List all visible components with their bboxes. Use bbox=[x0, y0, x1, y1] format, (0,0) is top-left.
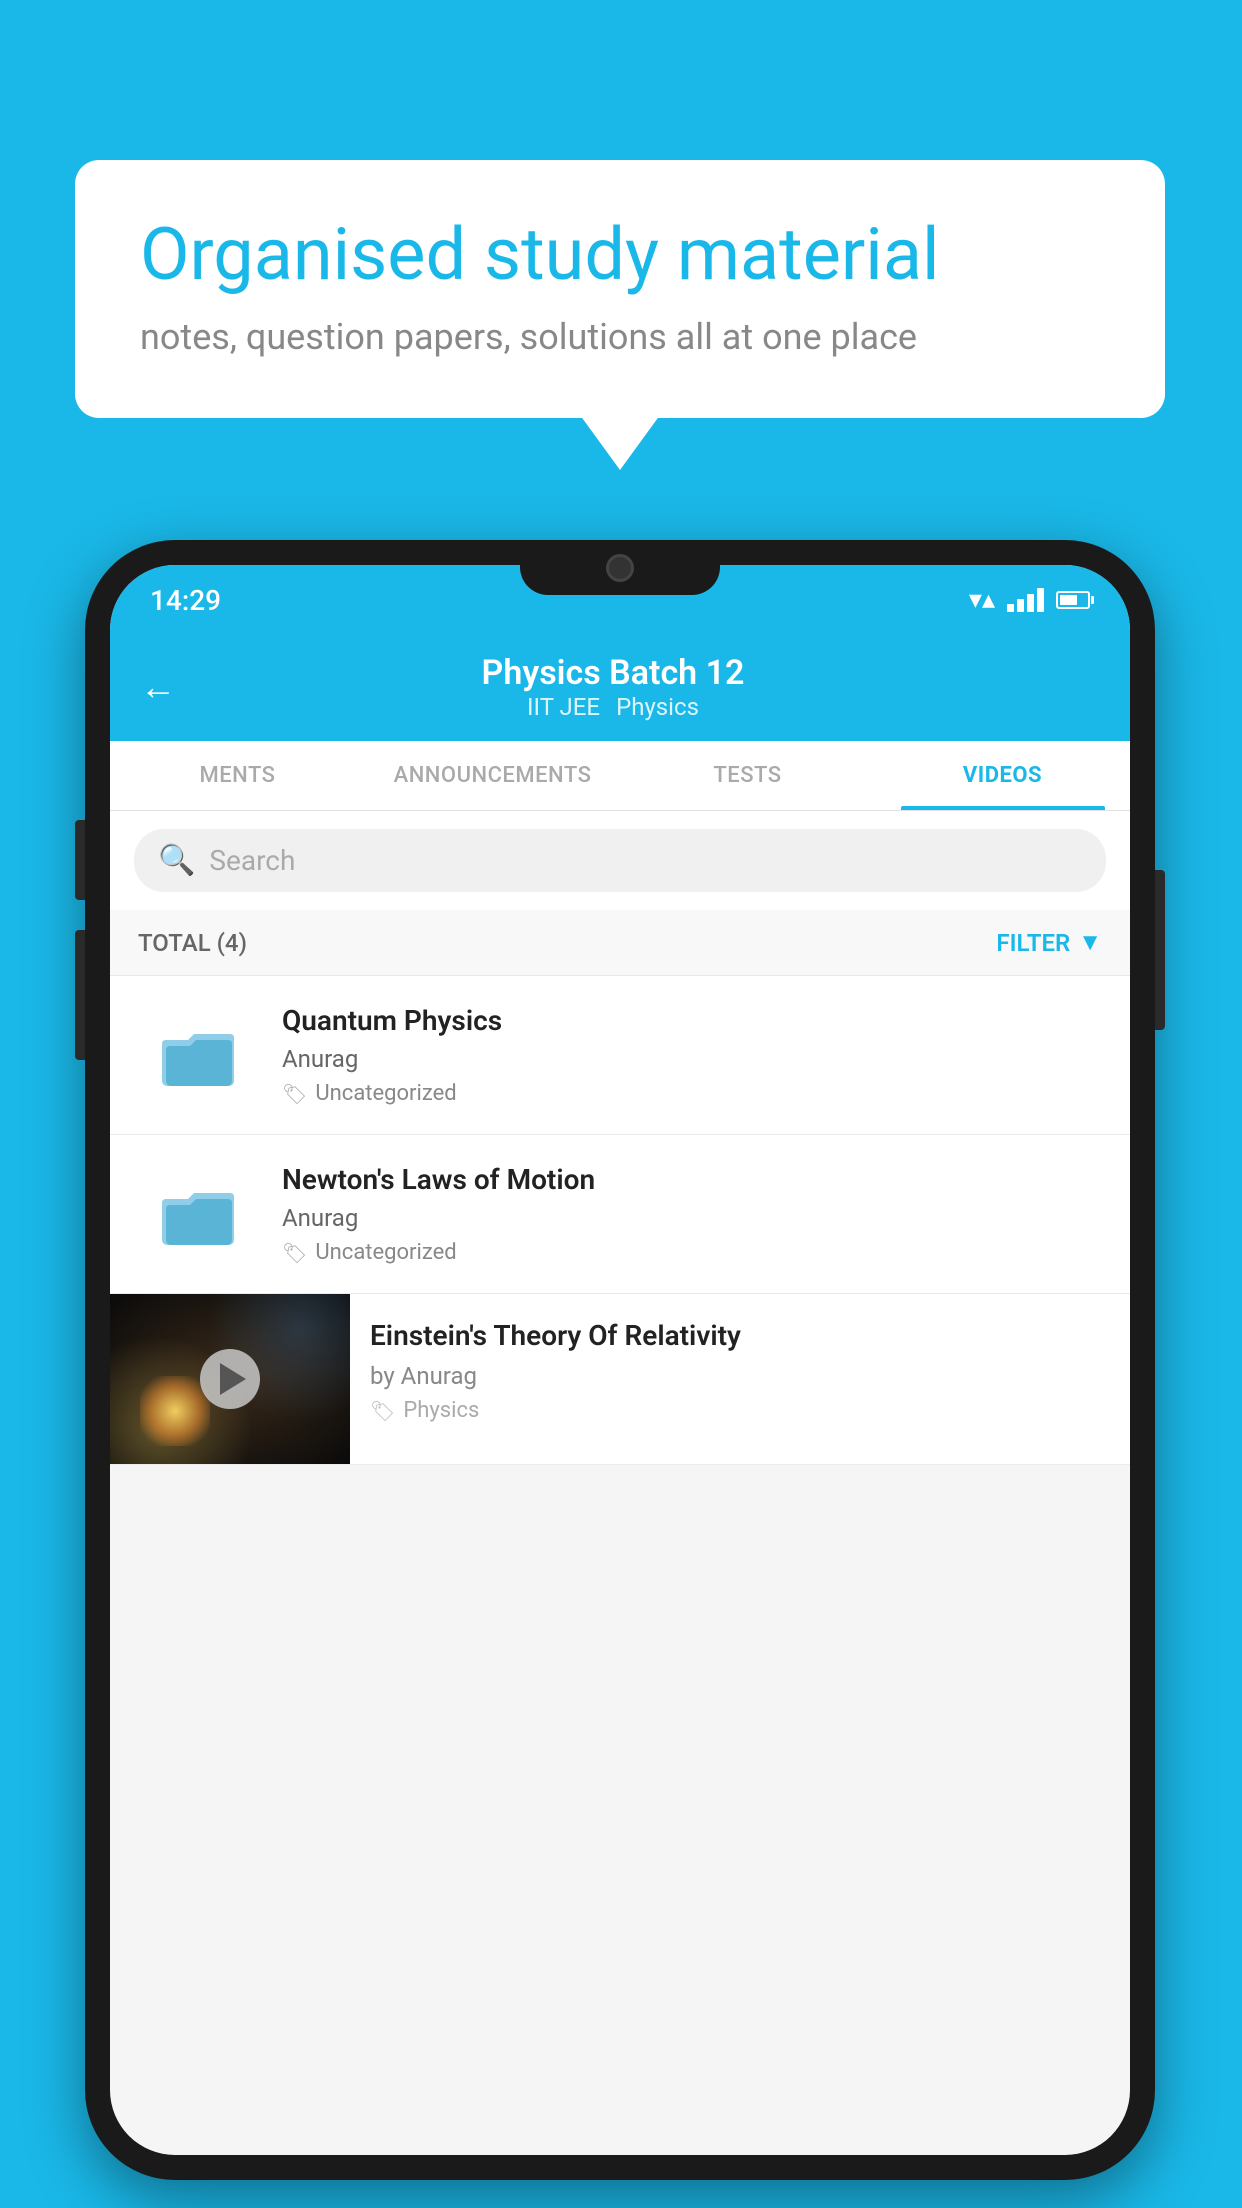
tag-icon-1: 🏷 bbox=[282, 1082, 307, 1106]
tag-label-3: Physics bbox=[403, 1398, 479, 1423]
speech-bubble: Organised study material notes, question… bbox=[75, 160, 1165, 418]
tag-iitjee: IIT JEE bbox=[527, 693, 600, 721]
video-author-2: Anurag bbox=[282, 1204, 1102, 1232]
search-bar[interactable]: 🔍 Search bbox=[134, 829, 1106, 892]
total-count: TOTAL (4) bbox=[138, 929, 247, 957]
tag-icon-3: 🏷 bbox=[370, 1399, 395, 1423]
search-placeholder: Search bbox=[209, 844, 295, 877]
batch-title: Physics Batch 12 bbox=[196, 653, 1030, 693]
tag-icon-2: 🏷 bbox=[282, 1241, 307, 1265]
video-list: Quantum Physics Anurag 🏷 Uncategorized bbox=[110, 976, 1130, 1465]
einstein-tag: 🏷 Physics bbox=[370, 1398, 1110, 1423]
video-item-3[interactable]: Einstein's Theory Of Relativity by Anura… bbox=[110, 1294, 1130, 1465]
video-thumb-2 bbox=[138, 1169, 258, 1259]
tab-ments[interactable]: MENTS bbox=[110, 741, 365, 810]
wifi-icon: ▾▴ bbox=[969, 585, 995, 615]
folder-icon-1 bbox=[158, 1020, 238, 1090]
tag-physics: Physics bbox=[616, 693, 699, 721]
tab-announcements[interactable]: ANNOUNCEMENTS bbox=[365, 741, 620, 810]
header-title-block: Physics Batch 12 IIT JEE Physics bbox=[196, 653, 1030, 721]
tag-label-1: Uncategorized bbox=[315, 1081, 456, 1106]
filter-row: TOTAL (4) FILTER ▼ bbox=[110, 910, 1130, 976]
tabs-row: MENTS ANNOUNCEMENTS TESTS VIDEOS bbox=[110, 741, 1130, 811]
filter-button[interactable]: FILTER ▼ bbox=[996, 928, 1102, 957]
video-thumb-1 bbox=[138, 1010, 258, 1100]
phone-mockup: 14:29 ▾▴ bbox=[85, 540, 1155, 2180]
einstein-title: Einstein's Theory Of Relativity bbox=[370, 1318, 1110, 1354]
video-tag-1: 🏷 Uncategorized bbox=[282, 1081, 1102, 1106]
batch-tags: IIT JEE Physics bbox=[196, 693, 1030, 721]
battery-icon bbox=[1056, 591, 1090, 609]
status-time: 14:29 bbox=[150, 584, 221, 617]
video-title-1: Quantum Physics bbox=[282, 1004, 1102, 1037]
video-info-1: Quantum Physics Anurag 🏷 Uncategorized bbox=[282, 1004, 1102, 1106]
volume-down-button bbox=[75, 820, 85, 900]
power-button bbox=[1155, 870, 1165, 1030]
play-button[interactable] bbox=[200, 1349, 260, 1409]
video-title-2: Newton's Laws of Motion bbox=[282, 1163, 1102, 1196]
app-header: ← Physics Batch 12 IIT JEE Physics bbox=[110, 635, 1130, 741]
back-button[interactable]: ← bbox=[140, 666, 176, 708]
video-author-1: Anurag bbox=[282, 1045, 1102, 1073]
phone-notch bbox=[520, 540, 720, 595]
tab-tests[interactable]: TESTS bbox=[620, 741, 875, 810]
front-camera bbox=[606, 554, 634, 582]
play-triangle-icon bbox=[220, 1363, 246, 1395]
folder-icon-2 bbox=[158, 1179, 238, 1249]
video-info-2: Newton's Laws of Motion Anurag 🏷 Uncateg… bbox=[282, 1163, 1102, 1265]
tab-videos[interactable]: VIDEOS bbox=[875, 741, 1130, 810]
video-item-1[interactable]: Quantum Physics Anurag 🏷 Uncategorized bbox=[110, 976, 1130, 1135]
video-tag-2: 🏷 Uncategorized bbox=[282, 1240, 1102, 1265]
filter-icon: ▼ bbox=[1078, 928, 1102, 957]
status-icons: ▾▴ bbox=[969, 585, 1090, 615]
bubble-title: Organised study material bbox=[140, 215, 1100, 294]
einstein-thumbnail bbox=[110, 1294, 350, 1464]
search-icon: 🔍 bbox=[158, 843, 195, 878]
signal-icon bbox=[1007, 588, 1044, 612]
einstein-author: by Anurag bbox=[370, 1362, 1110, 1390]
bubble-subtitle: notes, question papers, solutions all at… bbox=[140, 316, 1100, 358]
tag-label-2: Uncategorized bbox=[315, 1240, 456, 1265]
video-item-2[interactable]: Newton's Laws of Motion Anurag 🏷 Uncateg… bbox=[110, 1135, 1130, 1294]
einstein-info: Einstein's Theory Of Relativity by Anura… bbox=[350, 1294, 1130, 1447]
phone-outer: 14:29 ▾▴ bbox=[85, 540, 1155, 2180]
volume-up-button bbox=[75, 930, 85, 1060]
phone-screen: 14:29 ▾▴ bbox=[110, 565, 1130, 2155]
search-bar-container: 🔍 Search bbox=[110, 811, 1130, 910]
battery-fill bbox=[1060, 595, 1077, 605]
filter-label: FILTER bbox=[996, 929, 1070, 957]
